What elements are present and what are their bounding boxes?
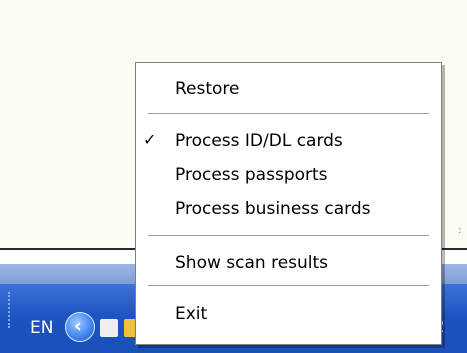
menu-item-process-id-dl-cards[interactable]: ✓ Process ID/DL cards [136, 125, 441, 157]
check-icon: ✓ [143, 130, 157, 149]
tray-context-menu: Restore ✓ Process ID/DL cards Process pa… [135, 62, 442, 345]
menu-separator [148, 285, 429, 287]
language-indicator[interactable]: EN [30, 317, 60, 339]
menu-item-restore[interactable]: Restore [136, 73, 441, 105]
tray-grip[interactable] [8, 292, 13, 328]
menu-item-label: Show scan results [175, 253, 329, 273]
menu-separator [148, 235, 429, 237]
window-edge-text: : [458, 225, 462, 236]
menu-item-label: Process business cards [175, 199, 371, 219]
menu-item-label: Exit [175, 304, 208, 324]
menu-separator [148, 113, 429, 115]
menu-item-show-scan-results[interactable]: Show scan results [136, 247, 441, 279]
menu-item-label: Process passports [175, 165, 328, 185]
menu-item-exit[interactable]: Exit [136, 298, 441, 330]
chevron-left-icon: ‹ [74, 315, 82, 337]
menu-item-process-passports[interactable]: Process passports [136, 159, 441, 191]
menu-item-label: Process ID/DL cards [175, 131, 343, 151]
tray-back-button[interactable]: ‹ [65, 312, 95, 342]
menu-item-label: Restore [175, 79, 240, 99]
tray-app-icon-1[interactable] [100, 319, 118, 337]
menu-item-process-business-cards[interactable]: Process business cards [136, 193, 441, 225]
